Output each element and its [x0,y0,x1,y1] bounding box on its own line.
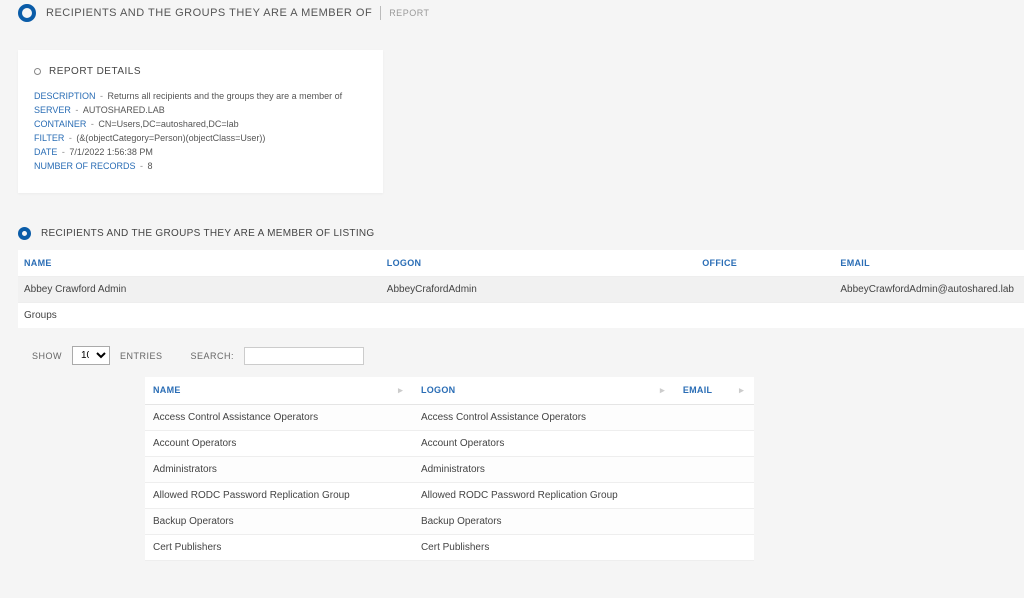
page-header: RECIPIENTS AND THE GROUPS THEY ARE A MEM… [0,0,1024,32]
groups-col-email[interactable]: EMAIL▸ [675,377,754,405]
cell-name: Access Control Assistance Operators [145,405,413,431]
cell-email: AbbeyCrawfordAdmin@autoshared.lab [834,277,1024,303]
separator [380,6,381,20]
recipients-table: NAME LOGON OFFICE EMAIL Abbey Crawford A… [18,250,1024,328]
cell-logon: Administrators [413,457,675,483]
report-icon [18,4,36,22]
detail-container: CONTAINER - CN=Users,DC=autoshared,DC=la… [34,119,367,129]
search-label: SEARCH: [191,351,235,361]
groups-table: NAME▸ LOGON▸ EMAIL▸ Access Control Assis… [145,377,754,561]
cell-name: Account Operators [145,431,413,457]
report-details-card: REPORT DETAILS DESCRIPTION - Returns all… [18,50,383,193]
cell-email [675,509,754,535]
cell-name: Administrators [145,457,413,483]
page-title: RECIPIENTS AND THE GROUPS THEY ARE A MEM… [46,7,372,19]
detail-filter: FILTER - (&(objectCategory=Person)(objec… [34,133,367,143]
col-header-office[interactable]: OFFICE [696,250,834,277]
cell-name: Allowed RODC Password Replication Group [145,483,413,509]
sort-icon: ▸ [660,385,665,396]
listing-title: RECIPIENTS AND THE GROUPS THEY ARE A MEM… [41,228,375,239]
cell-email [675,535,754,561]
cell-logon: Cert Publishers [413,535,675,561]
cell-email [675,405,754,431]
cell-logon: Allowed RODC Password Replication Group [413,483,675,509]
cell-email [675,431,754,457]
cell-office [696,277,834,303]
card-title: REPORT DETAILS [49,66,141,77]
entries-label: ENTRIES [120,351,163,361]
listing-icon [18,227,31,240]
table-row[interactable]: Abbey Crawford Admin AbbeyCrafordAdmin A… [18,277,1024,303]
groups-col-name[interactable]: NAME▸ [145,377,413,405]
report-tag: REPORT [389,8,429,18]
detail-description: DESCRIPTION - Returns all recipients and… [34,91,367,101]
col-header-email[interactable]: EMAIL [834,250,1024,277]
groups-col-logon[interactable]: LOGON▸ [413,377,675,405]
search-input[interactable] [244,347,364,365]
cell-name: Cert Publishers [145,535,413,561]
table-row[interactable]: Cert PublishersCert Publishers [145,535,754,561]
cell-logon: AbbeyCrafordAdmin [381,277,696,303]
table-row[interactable]: Access Control Assistance OperatorsAcces… [145,405,754,431]
col-header-logon[interactable]: LOGON [381,250,696,277]
cell-name: Abbey Crawford Admin [18,277,381,303]
cell-name: Backup Operators [145,509,413,535]
sort-icon: ▸ [739,385,744,396]
listing-header: RECIPIENTS AND THE GROUPS THEY ARE A MEM… [0,211,1024,250]
page-size-select[interactable]: 10 [72,346,110,365]
bullet-icon [34,68,41,75]
table-row[interactable]: Backup OperatorsBackup Operators [145,509,754,535]
col-header-name[interactable]: NAME [18,250,381,277]
table-row[interactable]: Account OperatorsAccount Operators [145,431,754,457]
table-row[interactable]: Allowed RODC Password Replication GroupA… [145,483,754,509]
detail-server: SERVER - AUTOSHARED.LAB [34,105,367,115]
groups-row[interactable]: Groups [18,303,1024,329]
detail-date: DATE - 7/1/2022 1:56:38 PM [34,147,367,157]
cell-logon: Access Control Assistance Operators [413,405,675,431]
show-label: SHOW [32,351,62,361]
cell-email [675,457,754,483]
cell-logon: Backup Operators [413,509,675,535]
table-row[interactable]: AdministratorsAdministrators [145,457,754,483]
cell-logon: Account Operators [413,431,675,457]
detail-records: NUMBER OF RECORDS - 8 [34,161,367,171]
groups-label: Groups [18,303,1024,329]
sort-icon: ▸ [398,385,403,396]
cell-email [675,483,754,509]
table-controls: SHOW 10 ENTRIES SEARCH: [0,328,1024,377]
